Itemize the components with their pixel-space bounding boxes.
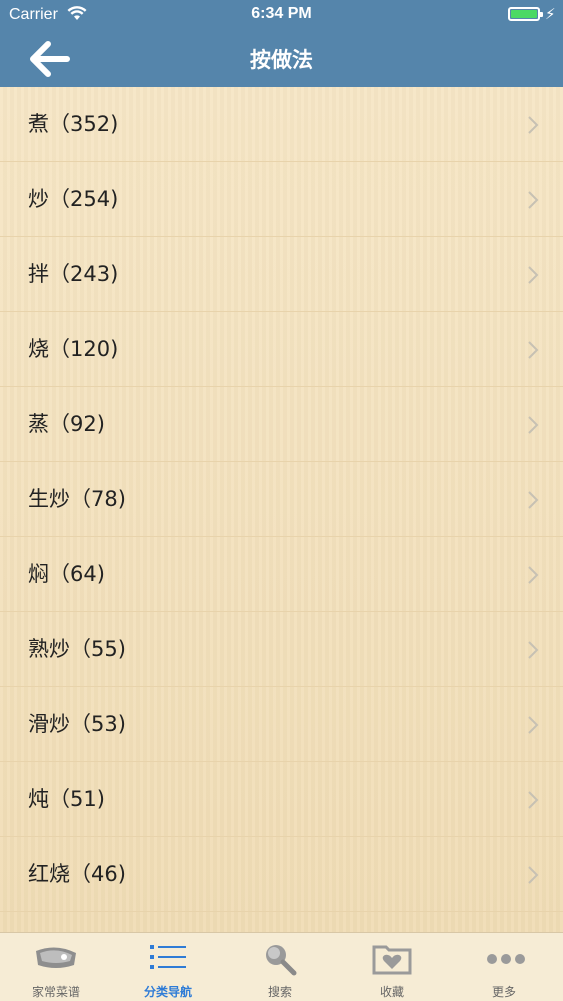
cooking-method-list: 煮（352) 炒（254) 拌（243) 烧（120) 蒸（92) 生炒（78)… bbox=[0, 87, 563, 932]
list-item[interactable]: 拌（243) bbox=[0, 237, 563, 312]
chevron-right-icon bbox=[528, 641, 539, 659]
tab-favorites[interactable]: 收藏 bbox=[336, 933, 448, 1001]
list-item[interactable]: 煮（352) bbox=[0, 87, 563, 162]
list-item[interactable]: 红烧（46) bbox=[0, 837, 563, 912]
chevron-right-icon bbox=[528, 791, 539, 809]
charging-bolt-icon: ⚡ bbox=[545, 5, 556, 23]
chevron-right-icon bbox=[528, 341, 539, 359]
navigation-header: Carrier 6:34 PM ⚡ 按做法 bbox=[0, 0, 563, 87]
chevron-right-icon bbox=[528, 116, 539, 134]
list-item[interactable]: 焖（64) bbox=[0, 537, 563, 612]
list-item-label: 生炒（78) bbox=[28, 487, 126, 511]
page-title: 按做法 bbox=[250, 48, 313, 72]
chevron-right-icon bbox=[528, 866, 539, 884]
status-bar: Carrier 6:34 PM ⚡ bbox=[0, 0, 563, 30]
list-icon bbox=[150, 945, 186, 969]
list-item-label: 炒（254) bbox=[28, 187, 119, 211]
tab-label: 更多 bbox=[491, 985, 516, 999]
list-item[interactable]: 熟炒（55) bbox=[0, 612, 563, 687]
tab-label: 分类导航 bbox=[143, 985, 192, 999]
list-item[interactable]: 炖（51) bbox=[0, 762, 563, 837]
chevron-right-icon bbox=[528, 416, 539, 434]
battery-icon bbox=[508, 7, 543, 21]
meat-icon bbox=[36, 947, 76, 968]
list-item[interactable]: 炒（254) bbox=[0, 162, 563, 237]
list-item-label: 焖（64) bbox=[28, 562, 105, 586]
chevron-right-icon bbox=[528, 491, 539, 509]
tab-more[interactable]: 更多 bbox=[448, 933, 560, 1001]
tab-search[interactable]: 搜索 bbox=[224, 933, 336, 1001]
list-item-label: 炖（51) bbox=[28, 787, 105, 811]
tab-category-nav[interactable]: 分类导航 bbox=[112, 933, 224, 1001]
chevron-right-icon bbox=[528, 566, 539, 584]
tab-home-recipes[interactable]: 家常菜谱 bbox=[0, 933, 112, 1001]
heart-folder-icon bbox=[372, 945, 412, 975]
tab-label: 收藏 bbox=[379, 985, 404, 999]
list-item-label: 红烧（46) bbox=[28, 862, 126, 886]
tab-label: 搜索 bbox=[267, 985, 292, 999]
chevron-right-icon bbox=[528, 191, 539, 209]
list-item[interactable]: 蒸（92) bbox=[0, 387, 563, 462]
tab-bar: 家常菜谱 分类导航 搜索 收藏 更多 bbox=[0, 932, 563, 1001]
list-item-label: 拌（243) bbox=[28, 262, 119, 286]
clock: 6:34 PM bbox=[251, 5, 312, 22]
list-item[interactable]: 烧（120) bbox=[0, 312, 563, 387]
search-icon bbox=[266, 945, 297, 976]
tab-label: 家常菜谱 bbox=[31, 985, 80, 999]
list-item-label: 滑炒（53) bbox=[28, 712, 126, 736]
list-item[interactable]: 生炒（78) bbox=[0, 462, 563, 537]
list-item-label: 煮（352) bbox=[28, 112, 119, 136]
list-item-label: 蒸（92) bbox=[28, 412, 105, 436]
list-item-label: 熟炒（55) bbox=[28, 637, 126, 661]
list-item-label: 烧（120) bbox=[28, 337, 119, 361]
chevron-right-icon bbox=[528, 266, 539, 284]
chevron-right-icon bbox=[528, 716, 539, 734]
list-item[interactable]: 滑炒（53) bbox=[0, 687, 563, 762]
more-icon bbox=[487, 954, 525, 964]
